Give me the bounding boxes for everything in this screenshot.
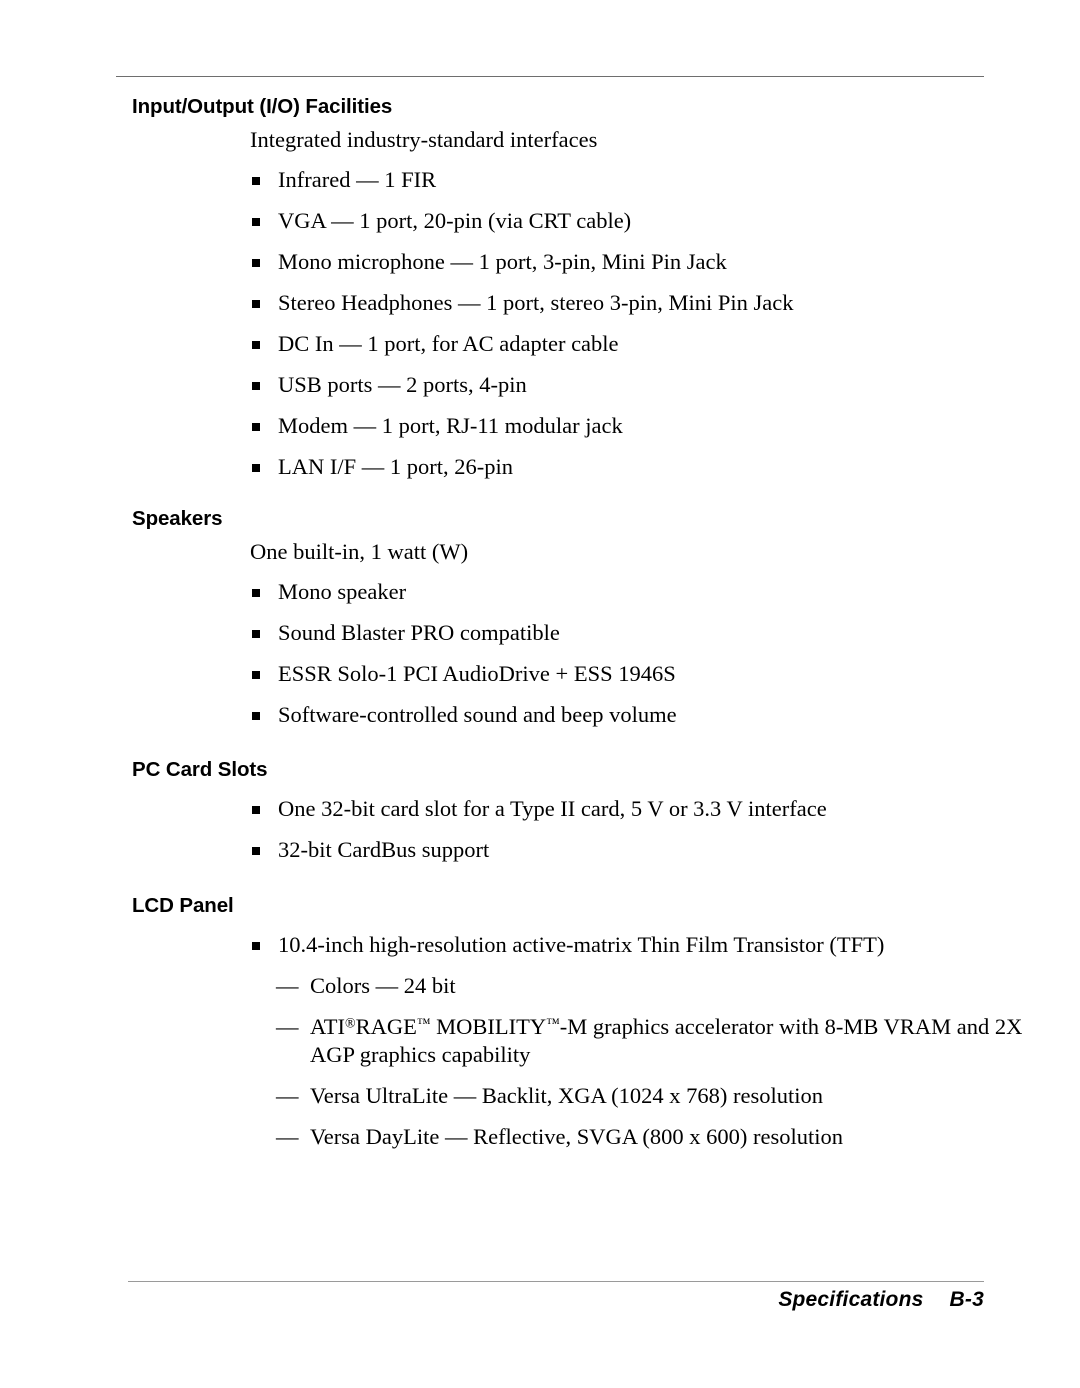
list-item-text: Stereo Headphones — 1 port, stereo 3-pin… bbox=[278, 290, 794, 315]
sub-list-item-text: Versa DayLite — Reflective, SVGA (800 x … bbox=[310, 1124, 844, 1149]
sub-list-item: — Colors — 24 bit bbox=[276, 972, 1050, 1000]
em-dash-marker-icon: — bbox=[276, 1083, 299, 1108]
list-item: ESSR Solo-1 PCI AudioDrive + ESS 1946S bbox=[252, 660, 1038, 688]
list-item-text: USB ports — 2 ports, 4-pin bbox=[278, 372, 527, 397]
pc-card-bullet-list: One 32-bit card slot for a Type II card,… bbox=[0, 795, 1080, 864]
square-bullet-icon bbox=[252, 630, 260, 638]
sub-list-item: — Versa DayLite — Reflective, SVGA (800 … bbox=[276, 1123, 1050, 1151]
list-item: DC In — 1 port, for AC adapter cable bbox=[252, 330, 1038, 358]
square-bullet-icon bbox=[252, 259, 260, 267]
trademark-icon: ™ bbox=[546, 1016, 560, 1032]
footer-page-number: B-3 bbox=[949, 1288, 984, 1311]
sub-list-item-ati: — ATI®RAGE™ MOBILITY™-M graphics acceler… bbox=[276, 1013, 1050, 1069]
square-bullet-icon bbox=[252, 806, 260, 814]
list-item: VGA — 1 port, 20-pin (via CRT cable) bbox=[252, 207, 1038, 235]
em-dash-marker-icon: — bbox=[276, 1124, 299, 1149]
square-bullet-icon bbox=[252, 177, 260, 185]
header-divider bbox=[116, 76, 984, 77]
list-item: Stereo Headphones — 1 port, stereo 3-pin… bbox=[252, 289, 1038, 317]
list-item-text: LAN I/F — 1 port, 26-pin bbox=[278, 454, 513, 479]
square-bullet-icon bbox=[252, 218, 260, 226]
registered-trademark-icon: ® bbox=[345, 1016, 356, 1032]
list-item: Mono speaker bbox=[252, 578, 1038, 606]
mobility-brand: MOBILITY bbox=[430, 1014, 547, 1039]
sub-list-item: — Versa UltraLite — Backlit, XGA (1024 x… bbox=[276, 1082, 1050, 1110]
list-item: One 32-bit card slot for a Type II card,… bbox=[252, 795, 1038, 823]
list-item-text: ESSR Solo-1 PCI AudioDrive + ESS 1946S bbox=[278, 661, 676, 686]
list-item-text: 10.4-inch high-resolution active-matrix … bbox=[278, 932, 885, 957]
list-item-text: Mono microphone — 1 port, 3-pin, Mini Pi… bbox=[278, 249, 727, 274]
io-bullet-list: Infrared — 1 FIR VGA — 1 port, 20-pin (v… bbox=[0, 166, 1080, 481]
list-item-text: Software-controlled sound and beep volum… bbox=[278, 702, 677, 727]
trademark-icon: ™ bbox=[416, 1016, 431, 1032]
square-bullet-icon bbox=[252, 671, 260, 679]
square-bullet-icon bbox=[252, 464, 260, 472]
section-intro-io: Integrated industry-standard interfaces bbox=[250, 127, 598, 152]
ati-brand: ATI bbox=[310, 1014, 345, 1039]
square-bullet-icon bbox=[252, 423, 260, 431]
sub-list-item-text: Colors — 24 bit bbox=[310, 973, 456, 998]
list-item-text: Sound Blaster PRO compatible bbox=[278, 620, 560, 645]
lcd-bullet-list: 10.4-inch high-resolution active-matrix … bbox=[0, 931, 1080, 959]
footer-divider bbox=[128, 1281, 984, 1282]
list-item-text: Mono speaker bbox=[278, 579, 407, 604]
list-item: Mono microphone — 1 port, 3-pin, Mini Pi… bbox=[252, 248, 1038, 276]
lcd-subitem-list: — Colors — 24 bit — ATI®RAGE™ MOBILITY™-… bbox=[0, 972, 1080, 1151]
speakers-bullet-list: Mono speaker Sound Blaster PRO compatibl… bbox=[0, 578, 1080, 729]
list-item-text: One 32-bit card slot for a Type II card,… bbox=[278, 796, 827, 821]
list-item-text: Modem — 1 port, RJ-11 modular jack bbox=[278, 413, 623, 438]
list-item: Software-controlled sound and beep volum… bbox=[252, 701, 1038, 729]
square-bullet-icon bbox=[252, 589, 260, 597]
square-bullet-icon bbox=[252, 300, 260, 308]
list-item: Sound Blaster PRO compatible bbox=[252, 619, 1038, 647]
list-item: 10.4-inch high-resolution active-matrix … bbox=[252, 931, 1038, 959]
footer-section-label: Specifications bbox=[778, 1288, 924, 1311]
document-page: Input/Output (I/O) Facilities Integrated… bbox=[0, 0, 1080, 1388]
page-content: Input/Output (I/O) Facilities Integrated… bbox=[0, 94, 1080, 1151]
list-item: 32-bit CardBus support bbox=[252, 836, 1038, 864]
list-item-text: Infrared — 1 FIR bbox=[278, 167, 437, 192]
list-item-text: 32-bit CardBus support bbox=[278, 837, 490, 862]
square-bullet-icon bbox=[252, 712, 260, 720]
sub-list-item-text: Versa UltraLite — Backlit, XGA (1024 x 7… bbox=[310, 1083, 824, 1108]
em-dash-marker-icon: — bbox=[276, 1014, 299, 1039]
section-heading-io: Input/Output (I/O) Facilities bbox=[132, 95, 393, 118]
list-item-text: VGA — 1 port, 20-pin (via CRT cable) bbox=[278, 208, 632, 233]
list-item: Infrared — 1 FIR bbox=[252, 166, 1038, 194]
section-intro-speakers: One built-in, 1 watt (W) bbox=[250, 539, 469, 564]
rage-brand: RAGE bbox=[355, 1014, 417, 1039]
section-heading-lcd-panel: LCD Panel bbox=[132, 894, 234, 917]
page-footer: Specifications B-3 bbox=[0, 1288, 984, 1312]
section-heading-pc-card-slots: PC Card Slots bbox=[132, 758, 268, 781]
square-bullet-icon bbox=[252, 942, 260, 950]
section-heading-speakers: Speakers bbox=[132, 507, 223, 530]
list-item: LAN I/F — 1 port, 26-pin bbox=[252, 453, 1038, 481]
square-bullet-icon bbox=[252, 341, 260, 349]
em-dash-marker-icon: — bbox=[276, 973, 299, 998]
list-item: Modem — 1 port, RJ-11 modular jack bbox=[252, 412, 1038, 440]
square-bullet-icon bbox=[252, 847, 260, 855]
sub-list-item-text: ATI®RAGE™ MOBILITY™-M graphics accelerat… bbox=[310, 1014, 1022, 1067]
square-bullet-icon bbox=[252, 382, 260, 390]
list-item-text: DC In — 1 port, for AC adapter cable bbox=[278, 331, 619, 356]
list-item: USB ports — 2 ports, 4-pin bbox=[252, 371, 1038, 399]
